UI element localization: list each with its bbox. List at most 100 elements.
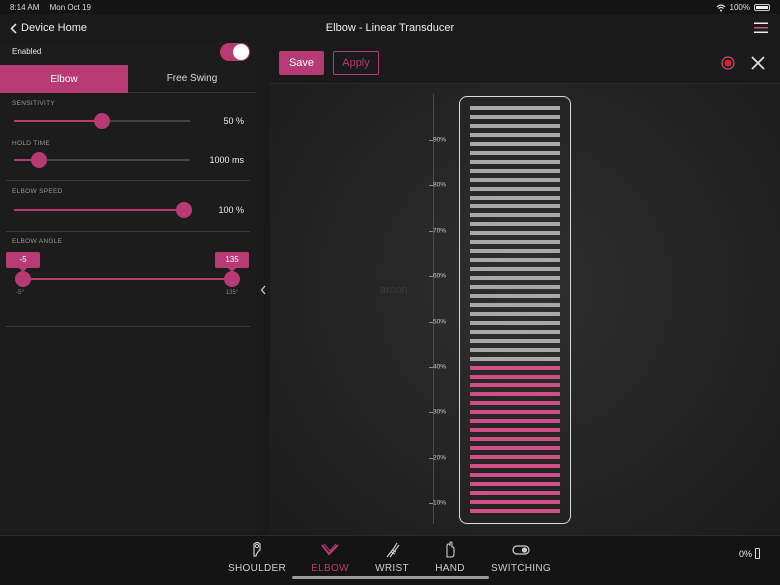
elbow-speed-label: ELBOW SPEED [12, 188, 63, 195]
gauge-bar [470, 455, 560, 460]
hand-icon [446, 541, 455, 558]
gauge-bar [470, 481, 560, 486]
watermark-logo: arcon [380, 284, 408, 296]
gauge-bar [470, 249, 560, 254]
gauge-bar [470, 311, 560, 316]
gauge-bar [470, 401, 560, 406]
battery-icon [755, 548, 761, 559]
gauge-bar [470, 490, 560, 495]
hold-time-label: HOLD TIME [12, 140, 50, 147]
segment-elbow[interactable]: Elbow [0, 65, 128, 93]
gauge-bar [470, 472, 560, 477]
hold-time-setting: HOLD TIME 1000 ms [0, 133, 256, 180]
gauge-tick-mark [429, 412, 433, 414]
menu-icon[interactable] [754, 22, 768, 34]
battery-icon [754, 4, 770, 11]
sensitivity-value: 50 % [223, 116, 244, 126]
gauge-tick-label: 80% [432, 181, 446, 189]
elbow-speed-value: 100 % [218, 205, 244, 215]
gauge-bar [470, 293, 560, 298]
gauge-bar [470, 437, 560, 442]
gauge-bar [470, 258, 560, 263]
sidebar-collapse-handle[interactable] [256, 42, 270, 535]
tab-hand-label: HAND [435, 563, 465, 574]
gauge-tick-label: 90% [432, 136, 446, 144]
wifi-icon [716, 3, 725, 11]
gauge-bar [470, 320, 560, 325]
gauge-bar [470, 428, 560, 433]
gauge-bar [470, 276, 560, 281]
angle-max-thumb[interactable] [224, 271, 240, 287]
gauge-bar [470, 338, 560, 343]
sensitivity-slider[interactable] [14, 113, 190, 129]
gauge-bar [470, 231, 560, 236]
sensitivity-slider-thumb[interactable] [94, 113, 110, 129]
transducer-panel: Save Apply arcon 90% 80% 70% 60% 50% 40% 30% 20… [270, 42, 780, 535]
mode-segmented-control: Elbow Free Swing [0, 65, 256, 93]
status-battery-text: 100% [729, 3, 750, 12]
status-bar: 8:14 AM Mon Oct 19 100% [0, 0, 780, 14]
switch-icon [512, 545, 530, 555]
gauge-bar [470, 446, 560, 451]
segment-free-swing[interactable]: Free Swing [128, 65, 256, 93]
gauge-bar [470, 302, 560, 307]
elbow-angle-setting: ELBOW ANGLE -5 135 -5° 135° [0, 232, 256, 326]
gauge-bar [470, 365, 560, 370]
apply-button[interactable]: Apply [333, 51, 379, 75]
gauge-bar [470, 374, 560, 379]
angle-min-bubble: -5 [6, 252, 40, 272]
chevron-left-icon [260, 285, 266, 295]
gauge-bar [470, 347, 560, 352]
gauge-bar [470, 508, 560, 513]
status-time: 8:14 AM [10, 3, 40, 12]
gauge-bar [470, 213, 560, 218]
elbow-speed-slider[interactable] [14, 202, 192, 218]
tab-shoulder[interactable]: SHOULDER [222, 540, 292, 574]
wrist-icon [386, 542, 400, 558]
gauge-tick-mark [429, 140, 433, 141]
gauge-bar [470, 150, 560, 155]
gauge-bar [470, 356, 560, 361]
gauge-bar [470, 123, 560, 128]
gauge-tick-mark [429, 230, 433, 232]
gauge-tick-label: 40% [432, 363, 446, 371]
gauge-bar [470, 410, 560, 415]
tab-switching[interactable]: SWITCHING [486, 540, 556, 574]
gauge-bar [470, 106, 560, 110]
close-icon[interactable] [751, 56, 765, 70]
enabled-toggle[interactable] [220, 43, 250, 61]
gauge-bar [470, 141, 560, 146]
gauge-tick-mark [429, 503, 433, 504]
gauge-tick-mark [429, 276, 433, 278]
gauge-bar [470, 329, 560, 334]
hold-time-slider[interactable] [14, 152, 190, 168]
enabled-label: Enabled [12, 47, 42, 56]
elbow-speed-slider-thumb[interactable] [176, 202, 192, 218]
gauge-bar [470, 168, 560, 173]
tab-hand[interactable]: HAND [415, 540, 485, 574]
gauge-bar [470, 383, 560, 388]
angle-max-tick: 135° [225, 290, 239, 296]
home-indicator [292, 576, 489, 579]
device-battery-value: 0% [739, 548, 753, 559]
gauge-bar [470, 186, 560, 191]
elbow-speed-setting: ELBOW SPEED 100 % [0, 181, 256, 231]
gauge-bar [470, 159, 560, 164]
record-icon[interactable] [721, 56, 735, 70]
gauge-bar [470, 222, 560, 227]
gauge-bar [470, 499, 560, 504]
gauge-bar [470, 285, 560, 289]
panel-toolbar: Save Apply [270, 42, 780, 84]
elbow-angle-range-slider[interactable] [22, 278, 232, 280]
divider [6, 326, 250, 327]
hold-time-value: 1000 ms [209, 155, 244, 165]
hold-time-slider-thumb[interactable] [30, 152, 47, 168]
save-button[interactable]: Save [279, 51, 324, 75]
gauge-bar [470, 419, 560, 424]
gauge-tick-mark [429, 457, 433, 459]
gauge-tick-label: 60% [432, 272, 446, 280]
gauge-tick-mark [429, 321, 433, 323]
angle-min-thumb[interactable] [15, 271, 31, 287]
settings-sidebar: Enabled Elbow Free Swing SENSITIVITY 50 … [0, 42, 256, 535]
tab-elbow[interactable]: ELBOW [295, 540, 365, 574]
